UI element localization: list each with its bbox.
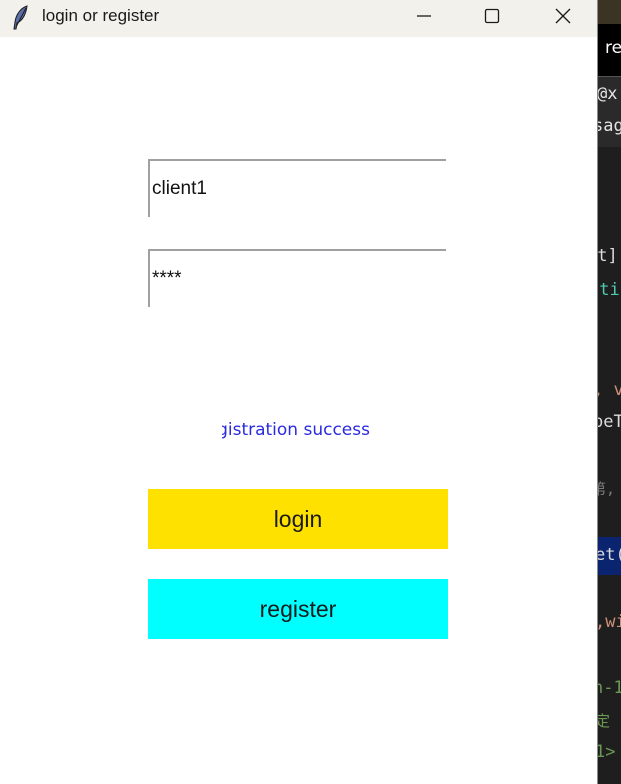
background-editor-line: 第, (597, 480, 616, 498)
background-editor-line: 定 (597, 712, 611, 730)
status-message-text: registration success (222, 420, 370, 440)
background-editor-window: re @x sag ot] ati , v peT 第, et( ,wi n-1… (597, 0, 621, 784)
background-editor-line: ati (597, 280, 620, 300)
feather-icon (12, 5, 30, 31)
form-area (0, 37, 597, 784)
status-message: registration success (222, 420, 374, 444)
background-editor-titlebar (597, 0, 621, 22)
background-editor-line: 1> (597, 742, 616, 762)
login-window: login or register registration success l… (0, 0, 598, 784)
minimize-icon (417, 15, 431, 17)
username-input[interactable] (148, 159, 446, 217)
background-editor-line: peT (597, 412, 621, 432)
background-editor-line: n-1 (597, 678, 621, 698)
maximize-icon (484, 8, 500, 24)
background-editor-line: @x (597, 84, 618, 104)
close-button[interactable] (540, 0, 586, 32)
title-bar[interactable]: login or register (0, 0, 597, 37)
background-editor-line: , v (597, 380, 621, 400)
register-button[interactable]: register (148, 579, 448, 639)
background-editor-tab-label: re (605, 38, 621, 58)
background-editor-line: sag (597, 116, 621, 136)
password-input[interactable] (148, 249, 446, 307)
minimize-button[interactable] (401, 0, 447, 32)
close-icon (555, 8, 571, 24)
background-editor-line: ot] (597, 246, 618, 266)
background-editor-line: et( (597, 545, 621, 565)
background-editor-line: ,wi (597, 612, 621, 632)
background-editor-panel: @x sag (597, 76, 621, 147)
login-button[interactable]: login (148, 489, 448, 549)
background-editor-tab[interactable]: re (597, 22, 621, 76)
maximize-button[interactable] (469, 0, 515, 32)
window-title: login or register (42, 6, 160, 25)
